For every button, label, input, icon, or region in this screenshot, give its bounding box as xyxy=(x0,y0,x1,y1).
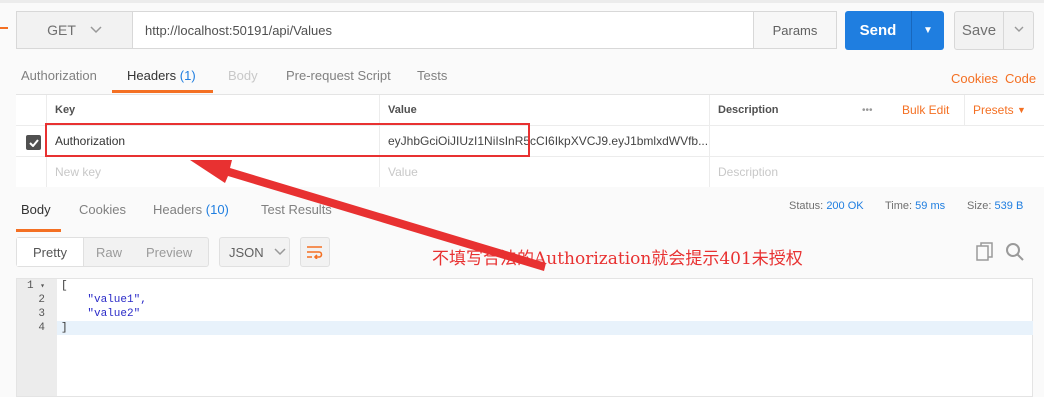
annotation-arrow xyxy=(190,160,546,271)
annotation-text: 不填写合法的Authorization就会提示401未授权 xyxy=(432,249,803,269)
